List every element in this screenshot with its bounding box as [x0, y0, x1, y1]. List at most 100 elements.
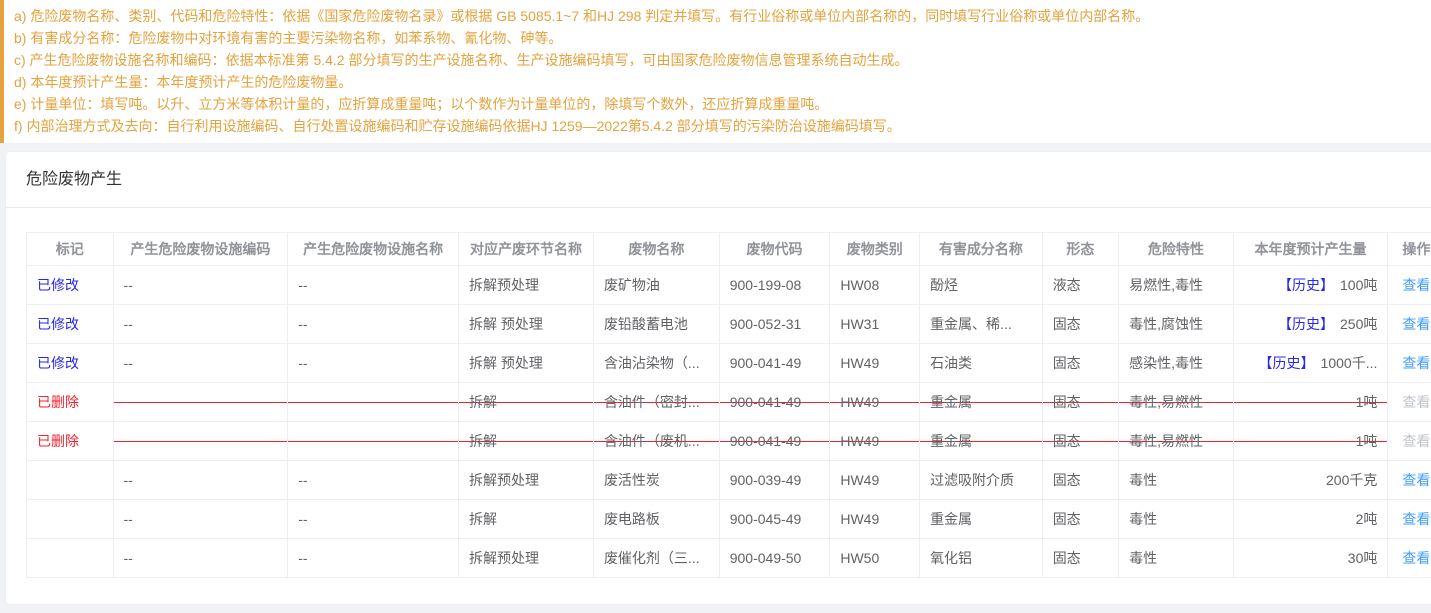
cell-facility_code: --	[113, 461, 288, 500]
cell-facility_code: --	[113, 500, 288, 539]
cell-form: 固态	[1042, 383, 1118, 422]
table-row: 已修改----拆解 预处理废铅酸蓄电池900-052-31HW31重金属、稀..…	[27, 305, 1431, 344]
cell-qty: 【历史】 1000千...	[1233, 344, 1388, 383]
column-header-waste_code: 废物代码	[719, 233, 830, 266]
column-header-action: 操作	[1388, 233, 1431, 266]
cell-form: 液态	[1042, 266, 1118, 305]
history-tag: 【历史】	[1278, 277, 1334, 293]
cell-facility_name	[288, 422, 459, 461]
cell-qty: 【历史】 100吨	[1233, 266, 1388, 305]
table-row: ----拆解废电路板900-045-49HW49重金属固态毒性2吨查看	[27, 500, 1431, 539]
cell-facility_code: --	[113, 305, 288, 344]
history-tag: 【历史】	[1278, 316, 1334, 332]
cell-harmful: 重金属、稀...	[920, 305, 1043, 344]
cell-form: 固态	[1042, 539, 1118, 578]
cell-mark	[27, 461, 114, 500]
cell-facility_code: --	[113, 539, 288, 578]
hazardous-waste-table: 标记产生危险废物设施编码产生危险废物设施名称对应产废环节名称废物名称废物代码废物…	[26, 232, 1431, 578]
cell-action: 查看	[1388, 344, 1431, 383]
column-header-harmful: 有害成分名称	[920, 233, 1043, 266]
column-header-waste_name: 废物名称	[593, 233, 719, 266]
cell-hazard: 易燃性,毒性	[1119, 266, 1234, 305]
quantity-value: 100吨	[1340, 277, 1377, 293]
cell-waste_name: 废催化剂（三...	[593, 539, 719, 578]
cell-hazard: 毒性	[1119, 461, 1234, 500]
cell-waste_code: 900-199-08	[719, 266, 830, 305]
table-row: 已删除拆解含油件（密封...900-041-49HW49重金属固态毒性,易燃性1…	[27, 383, 1431, 422]
cell-mark: 已删除	[27, 383, 114, 422]
cell-harmful: 重金属	[920, 500, 1043, 539]
cell-waste_code: 900-049-50	[719, 539, 830, 578]
cell-qty: 【历史】 250吨	[1233, 305, 1388, 344]
view-link: 查看	[1402, 394, 1430, 410]
view-link[interactable]: 查看	[1402, 550, 1430, 566]
cell-waste_name: 废矿物油	[593, 266, 719, 305]
quantity-value: 1000千...	[1321, 355, 1378, 371]
note-line-e: e) 计量单位：填写吨。以升、立方米等体积计量的，应折算成重量吨；以个数作为计量…	[14, 93, 1415, 115]
cell-action: 查看	[1388, 461, 1431, 500]
row-status-badge: 已修改	[37, 316, 79, 332]
cell-facility_name: --	[288, 344, 459, 383]
row-status-badge: 已修改	[37, 355, 79, 371]
view-link[interactable]: 查看	[1402, 472, 1430, 488]
cell-waste_name: 废活性炭	[593, 461, 719, 500]
view-link[interactable]: 查看	[1402, 355, 1430, 371]
cell-category: HW50	[830, 539, 920, 578]
cell-waste_code: 900-041-49	[719, 422, 830, 461]
cell-waste_name: 废铅酸蓄电池	[593, 305, 719, 344]
cell-mark: 已删除	[27, 422, 114, 461]
cell-waste_name: 含油件（废机...	[593, 422, 719, 461]
cell-category: HW49	[830, 461, 920, 500]
cell-hazard: 毒性	[1119, 500, 1234, 539]
view-link[interactable]: 查看	[1402, 511, 1430, 527]
cell-facility_name: --	[288, 461, 459, 500]
cell-facility_code	[113, 383, 288, 422]
cell-category: HW49	[830, 383, 920, 422]
view-link: 查看	[1402, 433, 1430, 449]
cell-facility_name: --	[288, 305, 459, 344]
cell-form: 固态	[1042, 305, 1118, 344]
cell-action: 查看	[1388, 422, 1431, 461]
cell-category: HW49	[830, 344, 920, 383]
cell-action: 查看	[1388, 383, 1431, 422]
quantity-value: 2吨	[1356, 511, 1378, 527]
column-header-hazard: 危险特性	[1119, 233, 1234, 266]
quantity-value: 30吨	[1348, 550, 1378, 566]
cell-waste_code: 900-052-31	[719, 305, 830, 344]
cell-harmful: 氧化铝	[920, 539, 1043, 578]
view-link[interactable]: 查看	[1402, 316, 1430, 332]
quantity-value: 250吨	[1340, 316, 1377, 332]
cell-harmful: 过滤吸附介质	[920, 461, 1043, 500]
cell-qty: 1吨	[1233, 383, 1388, 422]
table-row: 已删除拆解含油件（废机...900-041-49HW49重金属固态毒性,易燃性1…	[27, 422, 1431, 461]
cell-form: 固态	[1042, 344, 1118, 383]
cell-harmful: 酚烃	[920, 266, 1043, 305]
column-header-process: 对应产废环节名称	[458, 233, 593, 266]
cell-facility_name: --	[288, 500, 459, 539]
note-line-f: f) 内部治理方式及去向：自行利用设施编码、自行处置设施编码和贮存设施编码依据H…	[14, 115, 1415, 137]
row-status-badge: 已删除	[37, 433, 79, 449]
cell-form: 固态	[1042, 461, 1118, 500]
cell-waste_code: 900-039-49	[719, 461, 830, 500]
cell-action: 查看	[1388, 539, 1431, 578]
column-header-facility_code: 产生危险废物设施编码	[113, 233, 288, 266]
column-header-mark: 标记	[27, 233, 114, 266]
cell-harmful: 重金属	[920, 383, 1043, 422]
history-tag: 【历史】	[1259, 355, 1315, 371]
cell-mark: 已修改	[27, 344, 114, 383]
cell-qty: 2吨	[1233, 500, 1388, 539]
table-row: 已修改----拆解 预处理含油沾染物（...900-041-49HW49石油类固…	[27, 344, 1431, 383]
cell-harmful: 重金属	[920, 422, 1043, 461]
column-header-form: 形态	[1042, 233, 1118, 266]
cell-mark: 已修改	[27, 266, 114, 305]
view-link[interactable]: 查看	[1402, 277, 1430, 293]
hazardous-waste-card: 危险废物产生 标记产生危险废物设施编码产生危险废物设施名称对应产废环节名称废物名…	[5, 151, 1431, 605]
note-line-d: d) 本年度预计产生量：本年度预计产生的危险废物量。	[14, 71, 1415, 93]
cell-harmful: 石油类	[920, 344, 1043, 383]
cell-hazard: 毒性,易燃性	[1119, 422, 1234, 461]
cell-mark	[27, 500, 114, 539]
column-header-category: 废物类别	[830, 233, 920, 266]
note-line-a: a) 危险废物名称、类别、代码和危险特性：依据《国家危险废物名录》或根据 GB …	[14, 5, 1415, 27]
cell-waste_name: 废电路板	[593, 500, 719, 539]
table-row: 已修改----拆解预处理废矿物油900-199-08HW08酚烃液态易燃性,毒性…	[27, 266, 1431, 305]
